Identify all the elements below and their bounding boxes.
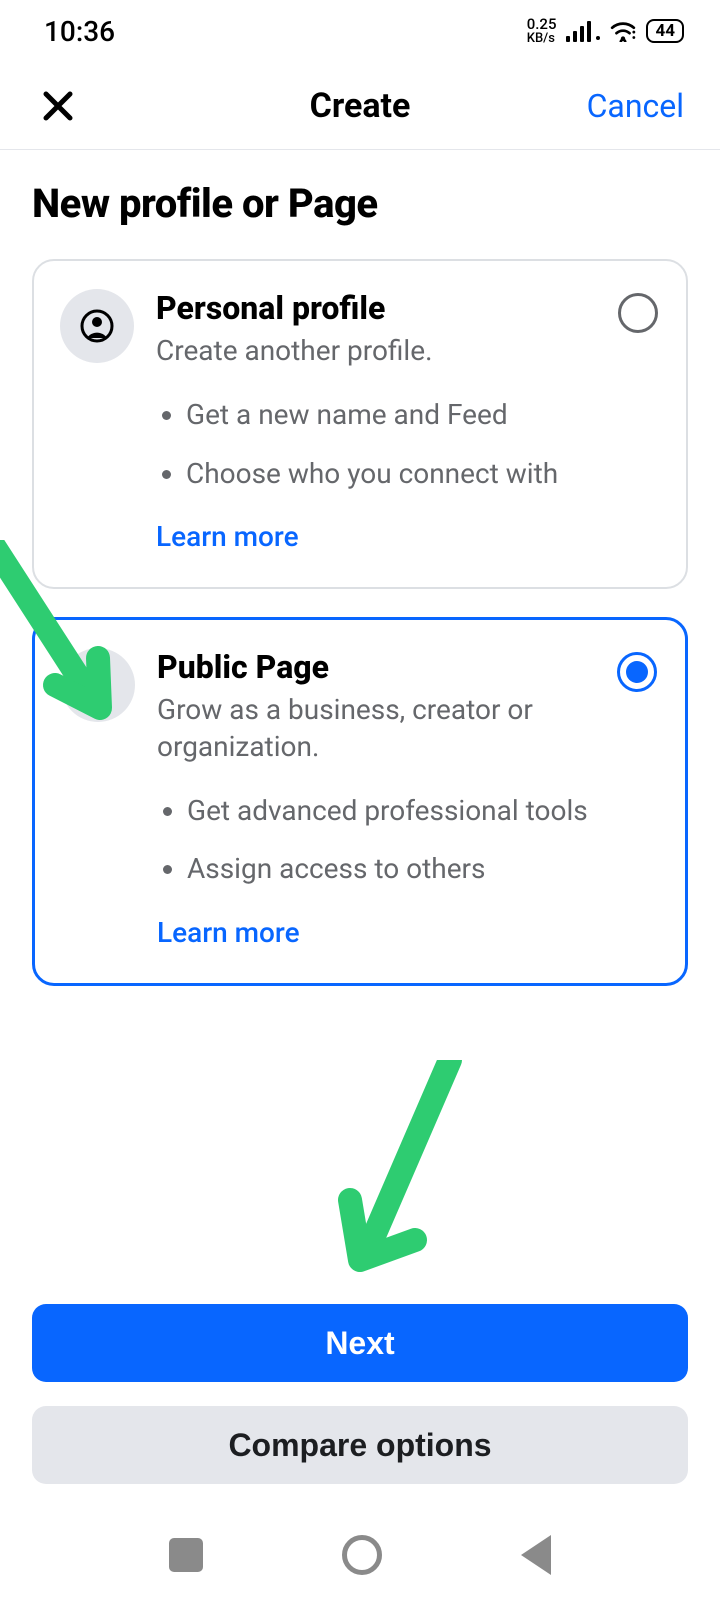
option-bullets: Get advanced professional tools Assign a… [157, 793, 657, 888]
flag-icon [61, 648, 135, 722]
page-title: New profile or Page [32, 180, 688, 227]
back-icon[interactable] [521, 1535, 551, 1575]
option-bullets: Get a new name and Feed Choose who you c… [156, 397, 658, 492]
learn-more-link[interactable]: Learn more [156, 520, 658, 553]
status-right: 0.25 KB/s 44 [527, 17, 684, 45]
list-item: Choose who you connect with [186, 456, 658, 492]
list-item: Get advanced professional tools [187, 793, 657, 829]
wifi-icon [610, 20, 636, 42]
learn-more-link[interactable]: Learn more [157, 916, 657, 949]
data-rate-icon: 0.25 KB/s [527, 17, 557, 45]
close-icon[interactable] [36, 84, 80, 128]
option-desc: Grow as a business, creator or organizat… [157, 692, 657, 765]
header-title: Create [310, 86, 411, 126]
compare-button[interactable]: Compare options [32, 1406, 688, 1484]
header: Create Cancel [0, 62, 720, 150]
next-button[interactable]: Next [32, 1304, 688, 1382]
status-bar: 10:36 0.25 KB/s 44 [0, 0, 720, 62]
person-icon [60, 289, 134, 363]
option-desc: Create another profile. [156, 333, 658, 369]
battery-icon: 44 [646, 19, 684, 44]
home-icon[interactable] [342, 1535, 382, 1575]
option-public-page[interactable]: Public Page Grow as a business, creator … [32, 617, 688, 986]
list-item: Get a new name and Feed [186, 397, 658, 433]
cancel-button[interactable]: Cancel [587, 87, 684, 125]
option-personal-profile[interactable]: Personal profile Create another profile.… [32, 259, 688, 589]
radio-selected[interactable] [617, 652, 657, 692]
annotation-arrow [330, 1060, 490, 1290]
status-time: 10:36 [44, 15, 115, 48]
option-title: Public Page [157, 648, 657, 686]
list-item: Assign access to others [187, 851, 657, 887]
signal-icon [566, 20, 600, 42]
android-nav-bar [0, 1510, 720, 1600]
option-title: Personal profile [156, 289, 658, 327]
recent-apps-icon[interactable] [169, 1538, 203, 1572]
radio-unselected[interactable] [618, 293, 658, 333]
